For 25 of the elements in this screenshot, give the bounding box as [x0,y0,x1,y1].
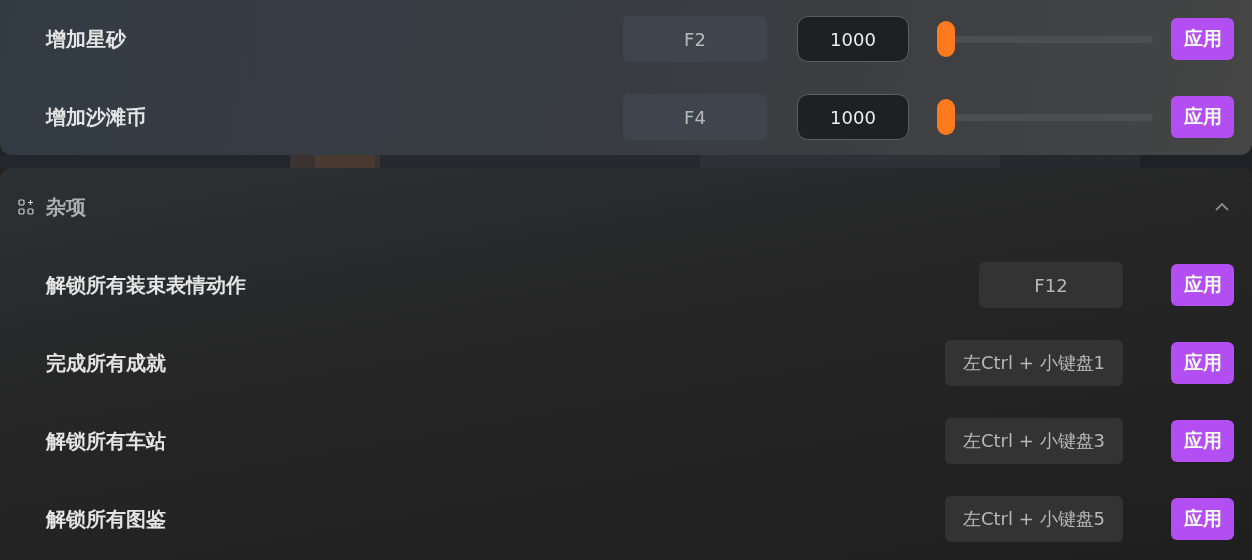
chevron-up-icon[interactable] [1214,202,1230,212]
apply-button[interactable]: 应用 [1171,18,1234,60]
option-label: 增加星砂 [46,25,126,53]
hotkey-label: F2 [623,16,767,62]
grid-plus-icon [18,199,34,215]
apply-button[interactable]: 应用 [1171,342,1234,384]
option-label: 解锁所有图鉴 [46,505,166,533]
apply-button[interactable]: 应用 [1171,264,1234,306]
slider-thumb[interactable] [937,21,955,57]
option-label: 增加沙滩币 [46,103,146,131]
apply-button[interactable]: 应用 [1171,420,1234,462]
option-label: 解锁所有装束表情动作 [46,271,246,299]
value-input[interactable]: 1000 [797,16,909,62]
apply-button[interactable]: 应用 [1171,498,1234,540]
value-input[interactable]: 1000 [797,94,909,140]
option-label: 解锁所有车站 [46,427,166,455]
slider-thumb[interactable] [937,99,955,135]
apply-button[interactable]: 应用 [1171,96,1234,138]
hotkey-label: 左Ctrl + 小键盘3 [945,418,1123,464]
hotkey-label: F12 [979,262,1123,308]
hotkey-label: 左Ctrl + 小键盘5 [945,496,1123,542]
option-label: 完成所有成就 [46,349,166,377]
hotkey-label: F4 [623,94,767,140]
section-title: 杂项 [46,193,86,221]
hotkey-label: 左Ctrl + 小键盘1 [945,340,1123,386]
